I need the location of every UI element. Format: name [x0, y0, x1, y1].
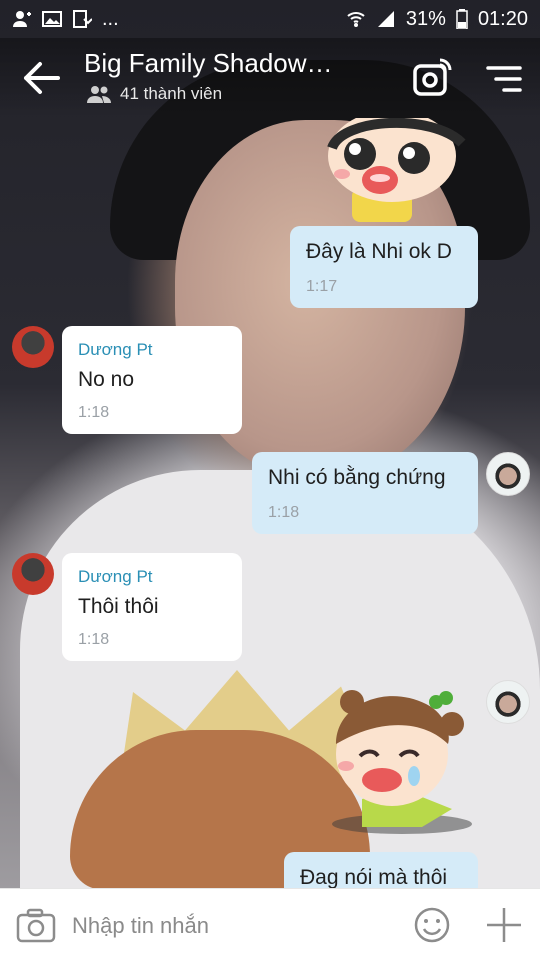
my-avatar[interactable]: [486, 452, 530, 496]
message-text: Thôi thôi: [78, 595, 159, 618]
message-text: Đag nói mà thôi: [300, 866, 448, 889]
sender-name: Dương Pt: [78, 567, 153, 586]
download-icon: [73, 10, 92, 28]
chat-header: Big Family Shadow… 41 thành viên: [0, 38, 540, 118]
message-input-bar: Nhập tin nhắn: [0, 888, 540, 961]
cartoon-boy-sticker[interactable]: [322, 118, 472, 222]
message-text: Nhi có bằng chứng: [268, 466, 446, 489]
message-text: No no: [78, 368, 135, 391]
emoji-icon[interactable]: [413, 906, 451, 944]
message-time: 1:17: [306, 278, 338, 295]
menu-icon[interactable]: [486, 64, 522, 94]
my-avatar[interactable]: [486, 680, 530, 724]
message-text: Đây là Nhi ok D: [306, 240, 452, 263]
message-bubble-received[interactable]: Dương Pt Thôi thôi 1:18: [62, 553, 242, 661]
signal-icon: [377, 11, 394, 27]
sender-avatar[interactable]: [12, 326, 54, 368]
crying-girl-sticker[interactable]: [322, 684, 478, 838]
member-count-label: 41 thành viên: [120, 84, 223, 103]
clock: 01:20: [477, 7, 528, 30]
back-arrow-icon[interactable]: [20, 60, 62, 96]
group-icon: [87, 86, 111, 103]
member-count[interactable]: 41 thành viên: [86, 84, 222, 104]
message-bubble-received[interactable]: Dương Pt No no 1:18: [62, 326, 242, 434]
camera-icon[interactable]: [16, 907, 56, 943]
message-bubble-sent[interactable]: Đây là Nhi ok D 1:17: [290, 226, 478, 308]
message-time: 1:18: [78, 631, 110, 648]
group-camera-icon[interactable]: [412, 58, 452, 98]
sender-avatar[interactable]: [12, 553, 54, 595]
status-more: ...: [102, 7, 119, 30]
image-icon: [42, 11, 62, 27]
message-bubble-sent[interactable]: Nhi có bằng chứng 1:18: [252, 452, 478, 534]
group-title[interactable]: Big Family Shadow…: [84, 48, 333, 79]
message-time: 1:18: [268, 504, 300, 521]
wifi-icon: [347, 12, 365, 27]
status-bar: ... 31% 01:20: [0, 0, 540, 38]
message-input[interactable]: Nhập tin nhắn: [72, 913, 209, 939]
add-attachment-icon[interactable]: [485, 906, 523, 944]
sender-name: Dương Pt: [78, 340, 153, 359]
message-time: 1:18: [78, 404, 110, 421]
battery-percent: 31%: [405, 7, 446, 30]
battery-icon: [456, 9, 468, 29]
add-contact-icon: [13, 11, 31, 27]
